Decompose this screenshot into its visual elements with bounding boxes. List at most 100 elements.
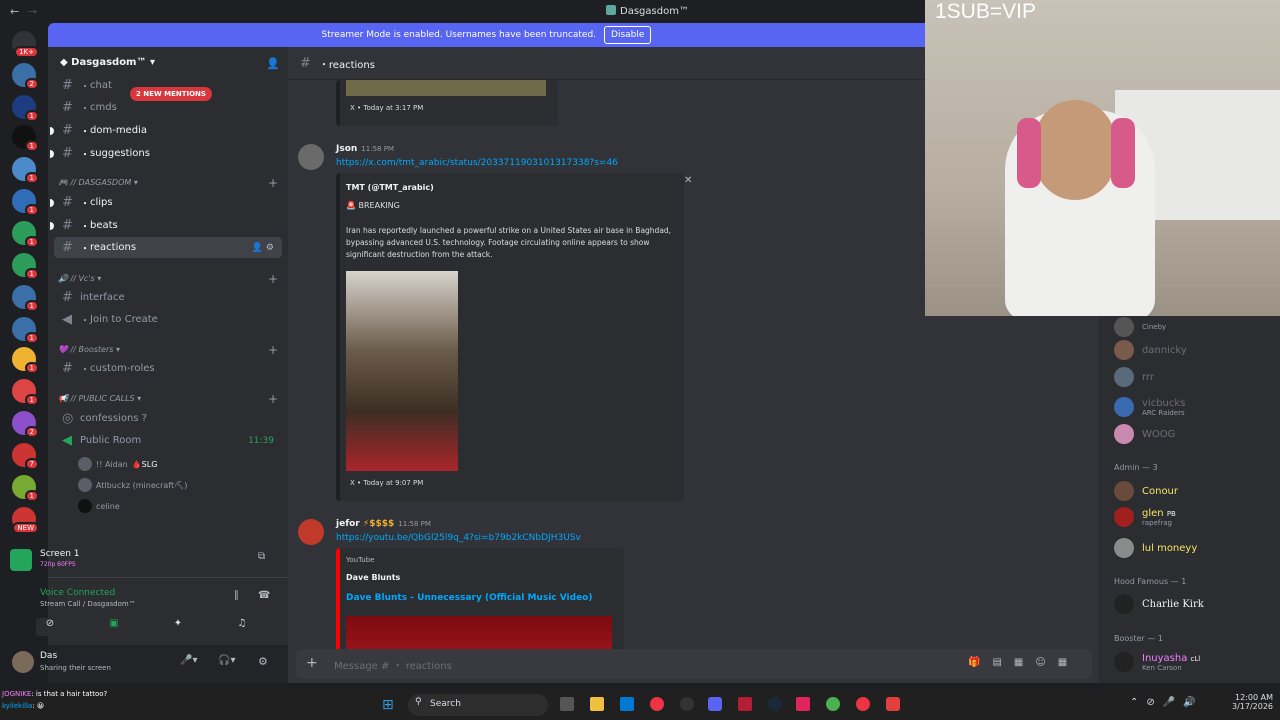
- avatar: [1114, 317, 1134, 337]
- embed-author[interactable]: TMT (@TMT_arabic): [346, 183, 434, 192]
- server-icon[interactable]: 2: [12, 63, 39, 90]
- message-link[interactable]: https://youtu.be/QbGl25l9q_4?si=b79b2kCN…: [336, 533, 581, 543]
- plus-icon[interactable]: +: [306, 655, 318, 671]
- add-channel-icon[interactable]: +: [268, 272, 278, 286]
- member[interactable]: Conour: [1114, 481, 1178, 501]
- add-channel-icon[interactable]: +: [268, 343, 278, 357]
- avatar[interactable]: [298, 144, 324, 170]
- server-icon[interactable]: 1: [12, 347, 39, 374]
- server-icon[interactable]: 1: [12, 475, 39, 502]
- server-icon[interactable]: 2: [12, 411, 39, 438]
- channel-suggestions[interactable]: # ・ suggestions: [50, 143, 282, 164]
- category-public-calls[interactable]: 📢 // PUBLIC CALLS ▾ +: [58, 392, 278, 406]
- server-icon[interactable]: 7: [12, 443, 39, 470]
- popout-icon[interactable]: ⧉: [258, 551, 265, 562]
- member[interactable]: dannicky: [1114, 340, 1187, 360]
- disable-button[interactable]: Disable: [604, 26, 652, 44]
- member[interactable]: vicbucks ARC Raiders: [1114, 397, 1185, 417]
- soundboard-button[interactable]: ♫: [228, 618, 256, 636]
- server-icon[interactable]: NEW: [12, 507, 39, 534]
- channel-custom-roles[interactable]: # ・ custom-roles: [54, 358, 282, 379]
- settings-icon[interactable]: ⚙: [258, 655, 268, 668]
- voice-user[interactable]: Atlbuckz (minecraft⛏): [78, 478, 187, 492]
- windows-start-icon[interactable]: ⊞: [382, 697, 394, 713]
- disconnect-icon[interactable]: ☎: [258, 590, 270, 601]
- server-icon[interactable]: 1: [12, 125, 39, 152]
- app-icon[interactable]: [796, 697, 810, 711]
- activities-button[interactable]: ✦: [164, 618, 192, 636]
- voice-channel[interactable]: Stream Call / Dasgasdom™: [40, 600, 136, 608]
- composer-tools-icon[interactable]: 🎁▤▦☺▦: [968, 657, 1079, 668]
- server-icon[interactable]: 1: [12, 189, 39, 216]
- camera-off-button[interactable]: ⊘: [36, 618, 64, 636]
- taskbar-search[interactable]: ⚲ Search: [408, 694, 548, 716]
- steam-icon[interactable]: [768, 697, 782, 711]
- server-icon[interactable]: 1: [12, 379, 39, 406]
- channel-join-to-create[interactable]: ◀ ・ Join to Create: [54, 309, 282, 330]
- app-icon[interactable]: [886, 697, 900, 711]
- category-dasgasdom[interactable]: 🎮 // DASGASDOM ▾ +: [58, 176, 278, 190]
- avatar[interactable]: [12, 651, 34, 673]
- discord-home-icon[interactable]: 1K+: [12, 31, 39, 58]
- username[interactable]: Das: [40, 651, 57, 661]
- message-author[interactable]: Json 11:58 PM: [336, 144, 394, 154]
- embed-image[interactable]: [346, 271, 458, 471]
- server-icon[interactable]: 1: [12, 157, 39, 184]
- channel-confessions[interactable]: ◎ confessions ?: [54, 408, 282, 429]
- member[interactable]: Inuyasha cLl Ken Carson: [1114, 652, 1200, 672]
- add-channel-icon[interactable]: +: [268, 392, 278, 406]
- server-name[interactable]: ◆ Dasgasdom™ ▾: [60, 57, 155, 68]
- channel-beats[interactable]: # ・ beats: [50, 215, 282, 236]
- member[interactable]: Charlie Kirk: [1114, 594, 1204, 614]
- store-icon[interactable]: [620, 697, 634, 711]
- app-icon[interactable]: [738, 697, 752, 711]
- category-vcs[interactable]: 🔊 // Vc's ▾ +: [58, 272, 278, 286]
- channel-reactions[interactable]: # ・ reactions 👤 ⚙: [54, 237, 282, 258]
- voice-user[interactable]: celine: [78, 499, 120, 513]
- member[interactable]: glen PB rapefrag: [1114, 507, 1176, 527]
- server-icon[interactable]: 1: [12, 317, 39, 344]
- voice-user[interactable]: !! Aidan 🩸SLG: [78, 457, 157, 471]
- member[interactable]: rrr: [1114, 367, 1154, 387]
- avatar[interactable]: [298, 519, 324, 545]
- taskview-icon[interactable]: [560, 697, 574, 711]
- headset-icon[interactable]: 🎧▾: [218, 655, 235, 666]
- forward-icon[interactable]: →: [28, 5, 37, 18]
- channel-cmds[interactable]: # ・ cmds: [54, 97, 282, 118]
- server-icon[interactable]: 1: [12, 285, 39, 312]
- channel-public-room[interactable]: ◀ Public Room 11:39: [54, 430, 282, 451]
- add-channel-icon[interactable]: +: [268, 176, 278, 190]
- app-icon[interactable]: [826, 697, 840, 711]
- video-title[interactable]: Dave Blunts - Unnecessary (Official Musi…: [346, 593, 592, 603]
- app-icon[interactable]: [680, 697, 694, 711]
- chrome-icon[interactable]: [856, 697, 870, 711]
- settings-icon[interactable]: 👤 ⚙: [252, 243, 274, 253]
- close-icon[interactable]: ✕: [684, 175, 692, 186]
- clock[interactable]: 12:00 AM 3/17/2026: [1232, 693, 1273, 711]
- channel-dom-media[interactable]: # ・ dom-media: [50, 120, 282, 141]
- discord-icon[interactable]: [708, 697, 722, 711]
- channel-clips[interactable]: # ・ clips: [50, 192, 282, 213]
- server-icon[interactable]: 1: [12, 95, 39, 122]
- noise-icon[interactable]: ∥: [234, 590, 239, 601]
- screen-share-button[interactable]: ▣: [100, 618, 128, 636]
- message-author[interactable]: jefor ⚡$$$$ 11:58 PM: [336, 519, 431, 529]
- message-input[interactable]: + Message # ・ reactions 🎁▤▦☺▦: [296, 649, 1092, 679]
- message-link[interactable]: https://x.com/tmt_arabic/status/20337119…: [336, 158, 618, 168]
- channel-chat[interactable]: # ・ chat: [54, 75, 282, 96]
- invite-icon[interactable]: 👤: [266, 57, 280, 70]
- back-icon[interactable]: ←: [10, 5, 19, 18]
- embed-channel[interactable]: Dave Blunts: [346, 573, 400, 582]
- member[interactable]: WOOG: [1114, 424, 1175, 444]
- embed-image[interactable]: [346, 80, 546, 96]
- file-explorer-icon[interactable]: [590, 697, 604, 711]
- member[interactable]: Cineby: [1114, 317, 1166, 337]
- mic-icon[interactable]: 🎤▾: [180, 655, 197, 666]
- chrome-icon[interactable]: [650, 697, 664, 711]
- server-icon[interactable]: 1: [12, 253, 39, 280]
- system-tray-icons[interactable]: ⌃⊘🎤🔊: [1130, 697, 1204, 708]
- member[interactable]: lul moneyy: [1114, 538, 1197, 558]
- channel-interface[interactable]: # interface: [54, 287, 282, 308]
- server-icon[interactable]: 1: [12, 221, 39, 248]
- category-boosters[interactable]: 💜 // Boosters ▾ +: [58, 343, 278, 357]
